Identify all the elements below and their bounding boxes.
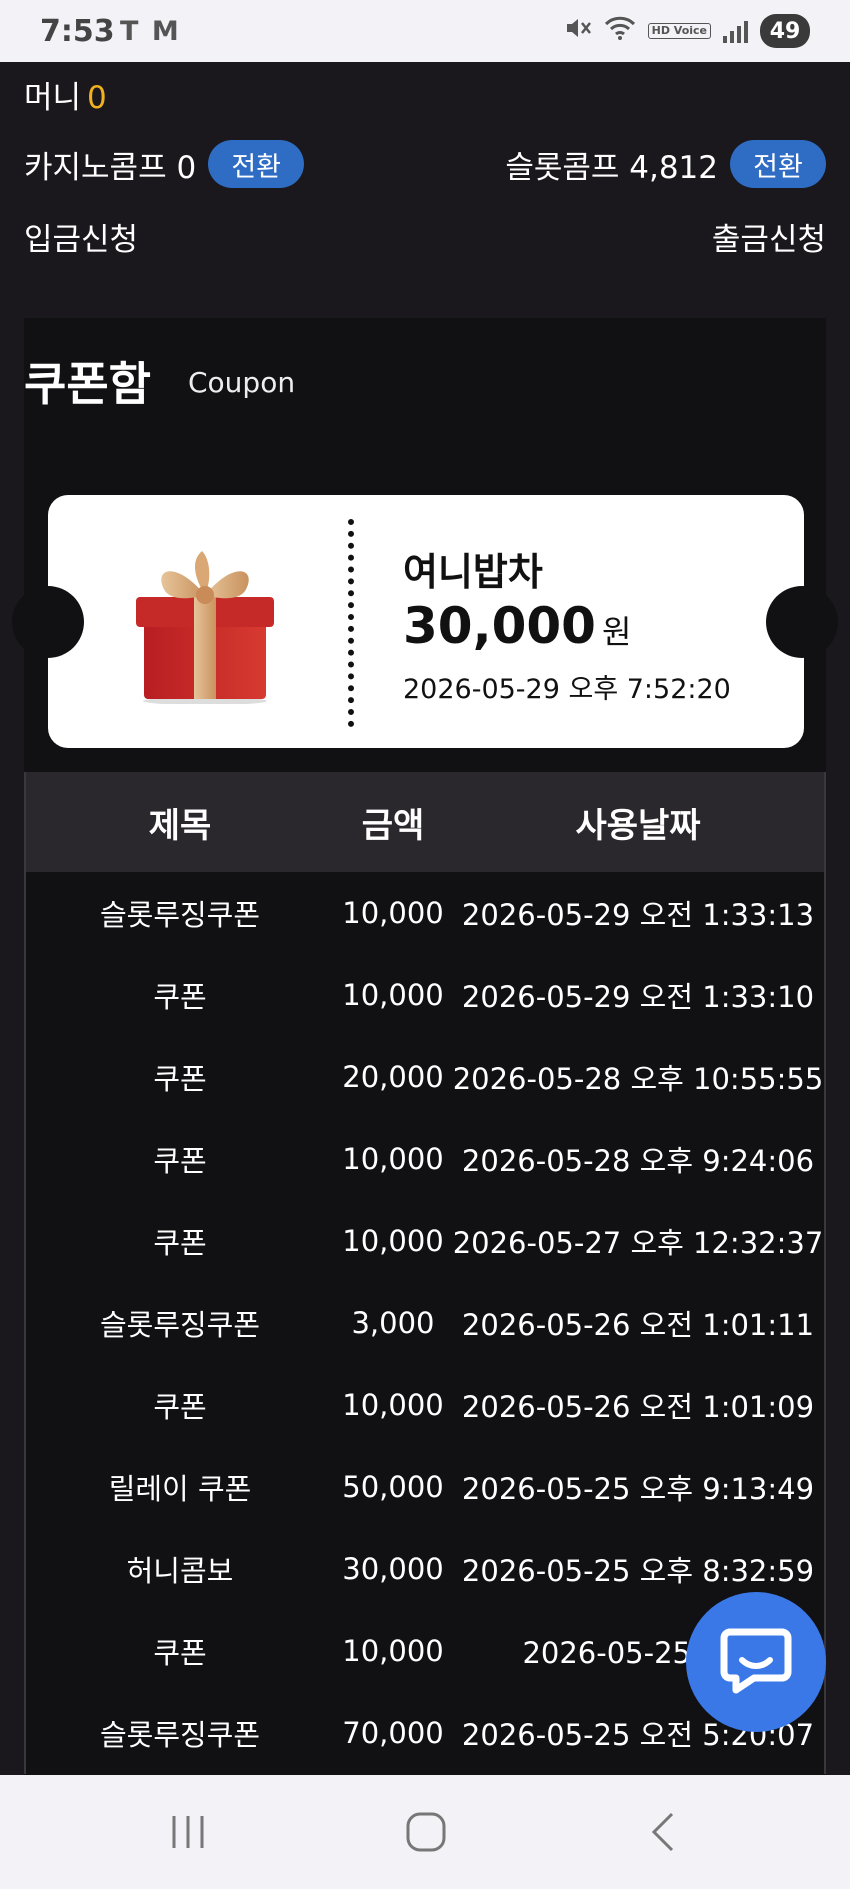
money-label: 머니: [24, 80, 82, 116]
row-date: 2026-05-26 오전 1:01:11: [461, 1308, 815, 1342]
casino-convert-button[interactable]: 전환: [208, 140, 305, 188]
deposit-link[interactable]: 입금신청: [24, 214, 138, 259]
table-row: 쿠폰 20,000 2026-05-28 오후 10:55:55: [26, 1036, 824, 1118]
ticket-perforation: [348, 519, 354, 727]
row-title: 허니콤보: [126, 1554, 234, 1588]
coupon-ticket[interactable]: 여니밥차 30,000 원 2026-05-29 오후 7:52:20: [48, 495, 804, 748]
coupon-amount: 30,000 원: [403, 597, 631, 655]
chat-button[interactable]: [686, 1592, 826, 1732]
row-amount: 70,000: [342, 1716, 444, 1750]
table-row: 슬롯루징쿠폰 10,000 2026-05-29 오전 1:33:13: [26, 872, 824, 954]
row-title: 쿠폰: [153, 1144, 207, 1178]
table-row: 슬롯루징쿠폰 3,000 2026-05-26 오전 1:01:11: [26, 1282, 824, 1364]
casino-comp: 카지노콤프 0 전환: [24, 140, 305, 188]
notification-icons: T M: [120, 16, 181, 47]
coupon-amount-unit: 원: [601, 613, 632, 651]
table-row: 쿠폰 10,000 2026-05-29 오전 1:33:10: [26, 954, 824, 1036]
row-amount: 10,000: [342, 978, 444, 1012]
status-bar: 7:53 T M HD Voice 49: [0, 0, 850, 62]
table-row: 릴레이 쿠폰 50,000 2026-05-25 오후 9:13:49: [26, 1446, 824, 1528]
row-title: 쿠폰: [153, 980, 207, 1014]
row-amount: 3,000: [351, 1306, 435, 1340]
wifi-icon: [604, 15, 636, 47]
coupon-date: 2026-05-29 오후 7:52:20: [403, 674, 731, 705]
ticket-notch-right: [766, 586, 838, 658]
gift-box-icon: [130, 539, 280, 705]
row-amount: 10,000: [342, 1634, 444, 1668]
header-amount: 금액: [361, 805, 425, 846]
system-nav-bar: [0, 1775, 850, 1889]
casino-comp-label: 카지노콤프 0: [24, 149, 197, 186]
battery-icon: 49: [760, 14, 810, 48]
withdraw-link[interactable]: 출금신청: [712, 214, 826, 259]
row-title: 릴레이 쿠폰: [108, 1472, 252, 1506]
row-amount: 10,000: [342, 896, 444, 930]
header-date: 사용날짜: [575, 805, 701, 846]
row-date: 2026-05-25 오후 8:32:59: [461, 1554, 815, 1588]
table-header: 제목 금액 사용날짜: [26, 772, 824, 872]
header-title: 제목: [148, 805, 212, 846]
row-date: 2026-05-26 오전 1:01:09: [461, 1390, 815, 1424]
money-value: 0: [87, 80, 107, 116]
ticket-notch-left: [12, 586, 84, 658]
slot-comp: 슬롯콤프 4,812 전환: [505, 140, 826, 188]
recent-apps-icon[interactable]: [158, 1808, 218, 1856]
chat-bubble-icon: [720, 1626, 792, 1698]
page-title: 쿠폰함: [24, 357, 151, 411]
row-amount: 10,000: [342, 1142, 444, 1176]
row-date: 2026-05-29 오전 1:33:13: [461, 898, 815, 932]
row-title: 슬롯루징쿠폰: [99, 1718, 261, 1752]
coupon-name: 여니밥차: [403, 550, 543, 594]
row-date: 2026-05-28 오후 9:24:06: [461, 1144, 815, 1178]
page-subtitle: Coupon: [188, 366, 296, 399]
slot-comp-label: 슬롯콤프 4,812: [505, 149, 718, 186]
table-row: 쿠폰 10,000 2026-05-27 오후 12:32:37: [26, 1200, 824, 1282]
row-date: 2026-05-28 오후 10:55:55: [452, 1062, 824, 1096]
row-date: 2026-05-29 오전 1:33:10: [461, 980, 815, 1014]
row-amount: 20,000: [342, 1060, 444, 1094]
row-title: 쿠폰: [153, 1062, 207, 1096]
money-row: 머니 0: [24, 72, 107, 117]
hd-voice-icon: HD Voice: [647, 23, 711, 39]
row-amount: 30,000: [342, 1552, 444, 1586]
row-title: 쿠폰: [153, 1226, 207, 1260]
table-row: 쿠폰 10,000 2026-05-28 오후 9:24:06: [26, 1118, 824, 1200]
row-date: 2026-05-25 오후 9:13:49: [461, 1472, 815, 1506]
row-title: 슬롯루징쿠폰: [99, 1308, 261, 1342]
row-date: 2026-05-27 오후 12:32:37: [452, 1226, 824, 1260]
row-amount: 10,000: [342, 1388, 444, 1422]
signal-icon: [723, 19, 748, 43]
row-title: 쿠폰: [153, 1636, 207, 1670]
status-icons: HD Voice 49: [564, 14, 810, 48]
row-amount: 10,000: [342, 1224, 444, 1258]
table-row: 쿠폰 10,000 2026-05-26 오전 1:01:09: [26, 1364, 824, 1446]
slot-convert-button[interactable]: 전환: [730, 140, 826, 188]
row-amount: 50,000: [342, 1470, 444, 1504]
row-title: 쿠폰: [153, 1390, 207, 1424]
coupon-amount-value: 30,000: [403, 597, 596, 655]
home-icon[interactable]: [396, 1808, 456, 1856]
coupon-panel: 쿠폰함 Coupon 여니밥차 30,000 원 2026-05-29 오후 7…: [24, 318, 826, 1778]
status-time: 7:53: [40, 14, 115, 49]
row-title: 슬롯루징쿠폰: [99, 898, 261, 932]
back-icon[interactable]: [634, 1808, 694, 1856]
mute-icon: [564, 15, 592, 47]
table-row: 허니콤보 30,000 2026-05-25 오후 8:32:59: [26, 1528, 824, 1610]
